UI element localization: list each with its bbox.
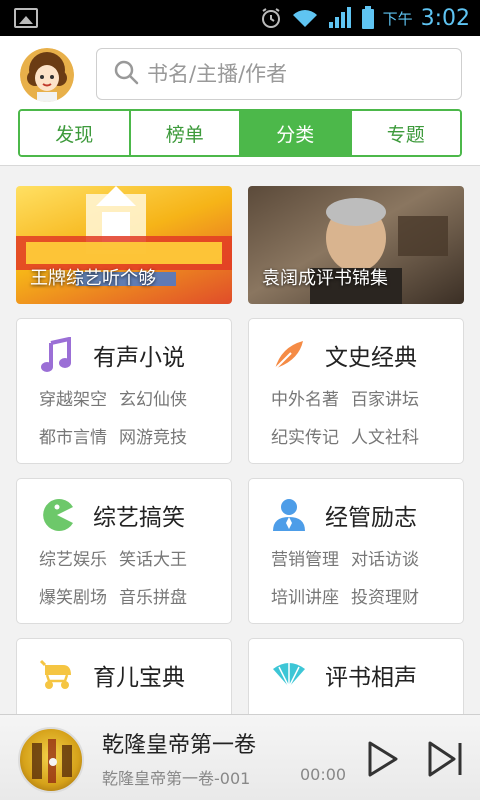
- play-icon: [368, 741, 398, 777]
- status-bar: 下午 3:02: [0, 0, 480, 36]
- category-card-classics[interactable]: 文史经典 中外名著 百家讲坛 纪实传记 人文社科: [248, 318, 464, 464]
- pacman-icon: [39, 497, 75, 533]
- category-card-novels[interactable]: 有声小说 穿越架空 玄幻仙侠 都市言情 网游竞技: [16, 318, 232, 464]
- subcategory-link[interactable]: 都市言情: [39, 423, 107, 448]
- tab-categories[interactable]: 分类: [241, 111, 352, 155]
- status-ampm: 下午: [382, 9, 413, 28]
- tab-rankings[interactable]: 榜单: [130, 111, 241, 155]
- header: 发现 榜单 分类 专题: [0, 36, 480, 166]
- battery-icon: [361, 6, 375, 30]
- category-title: 文史经典: [325, 345, 417, 371]
- status-time: 3:02: [420, 5, 470, 31]
- banner-variety-show[interactable]: 王牌综艺听个够: [16, 186, 232, 304]
- category-title: 有声小说: [93, 345, 185, 371]
- gallery-icon: [14, 8, 38, 28]
- category-title: 评书相声: [325, 665, 417, 691]
- music-note-icon: [39, 337, 75, 373]
- search-icon: [113, 59, 139, 89]
- category-title: 育儿宝典: [93, 665, 185, 691]
- playback-time: 00:00: [300, 765, 347, 784]
- person-icon: [271, 497, 307, 533]
- subcategory-link[interactable]: 穿越架空: [39, 385, 107, 410]
- subcategory-link[interactable]: 玄幻仙侠: [119, 385, 187, 410]
- tab-discover[interactable]: 发现: [20, 111, 131, 155]
- subcategory-link[interactable]: 营销管理: [271, 545, 339, 570]
- banner-label: 王牌综艺听个够: [30, 268, 156, 289]
- banner-label: 袁阔成评书锦集: [262, 268, 388, 289]
- subcategory-link[interactable]: 培训讲座: [271, 583, 339, 608]
- subcategory-link[interactable]: 音乐拼盘: [119, 583, 187, 608]
- subcategory-link[interactable]: 投资理财: [351, 583, 419, 608]
- search-box[interactable]: [96, 48, 462, 100]
- skip-next-icon: [428, 741, 462, 777]
- subcategory-link[interactable]: 爆笑剧场: [39, 583, 107, 608]
- alarm-icon: [259, 6, 283, 30]
- category-title: 综艺搞笑: [93, 505, 185, 531]
- category-card-variety[interactable]: 综艺搞笑 综艺娱乐 笑话大王 爆笑剧场 音乐拼盘: [16, 478, 232, 624]
- signal-icon: [327, 6, 353, 30]
- subcategory-link[interactable]: 纪实传记: [271, 423, 339, 448]
- subcategory-link[interactable]: 中外名著: [271, 385, 339, 410]
- play-button[interactable]: [362, 739, 402, 779]
- avatar[interactable]: [20, 48, 74, 102]
- subcategory-link[interactable]: 百家讲坛: [351, 385, 419, 410]
- subcategory-link[interactable]: 对话访谈: [351, 545, 419, 570]
- category-card-business[interactable]: 经管励志 营销管理 对话访谈 培训讲座 投资理财: [248, 478, 464, 624]
- stroller-icon: [39, 657, 75, 693]
- subcategory-link[interactable]: 综艺娱乐: [39, 545, 107, 570]
- tab-topics[interactable]: 专题: [351, 111, 460, 155]
- feather-icon: [271, 337, 307, 373]
- album-cover[interactable]: [18, 727, 84, 793]
- search-input[interactable]: [147, 62, 447, 86]
- subcategory-link[interactable]: 笑话大王: [119, 545, 187, 570]
- category-tabs: 发现 榜单 分类 专题: [18, 109, 462, 157]
- now-playing-title: 乾隆皇帝第一卷: [102, 733, 257, 758]
- now-playing-episode: 乾隆皇帝第一卷-001: [102, 769, 251, 788]
- banner-storytelling[interactable]: 袁阔成评书锦集: [248, 186, 464, 304]
- subcategory-link[interactable]: 网游竞技: [119, 423, 187, 448]
- wifi-icon: [291, 7, 319, 29]
- next-track-button[interactable]: [426, 739, 466, 779]
- subcategory-link[interactable]: 人文社科: [351, 423, 419, 448]
- category-title: 经管励志: [325, 505, 417, 531]
- mini-player[interactable]: 乾隆皇帝第一卷 乾隆皇帝第一卷-001 00:00: [0, 714, 480, 800]
- fan-icon: [271, 657, 307, 693]
